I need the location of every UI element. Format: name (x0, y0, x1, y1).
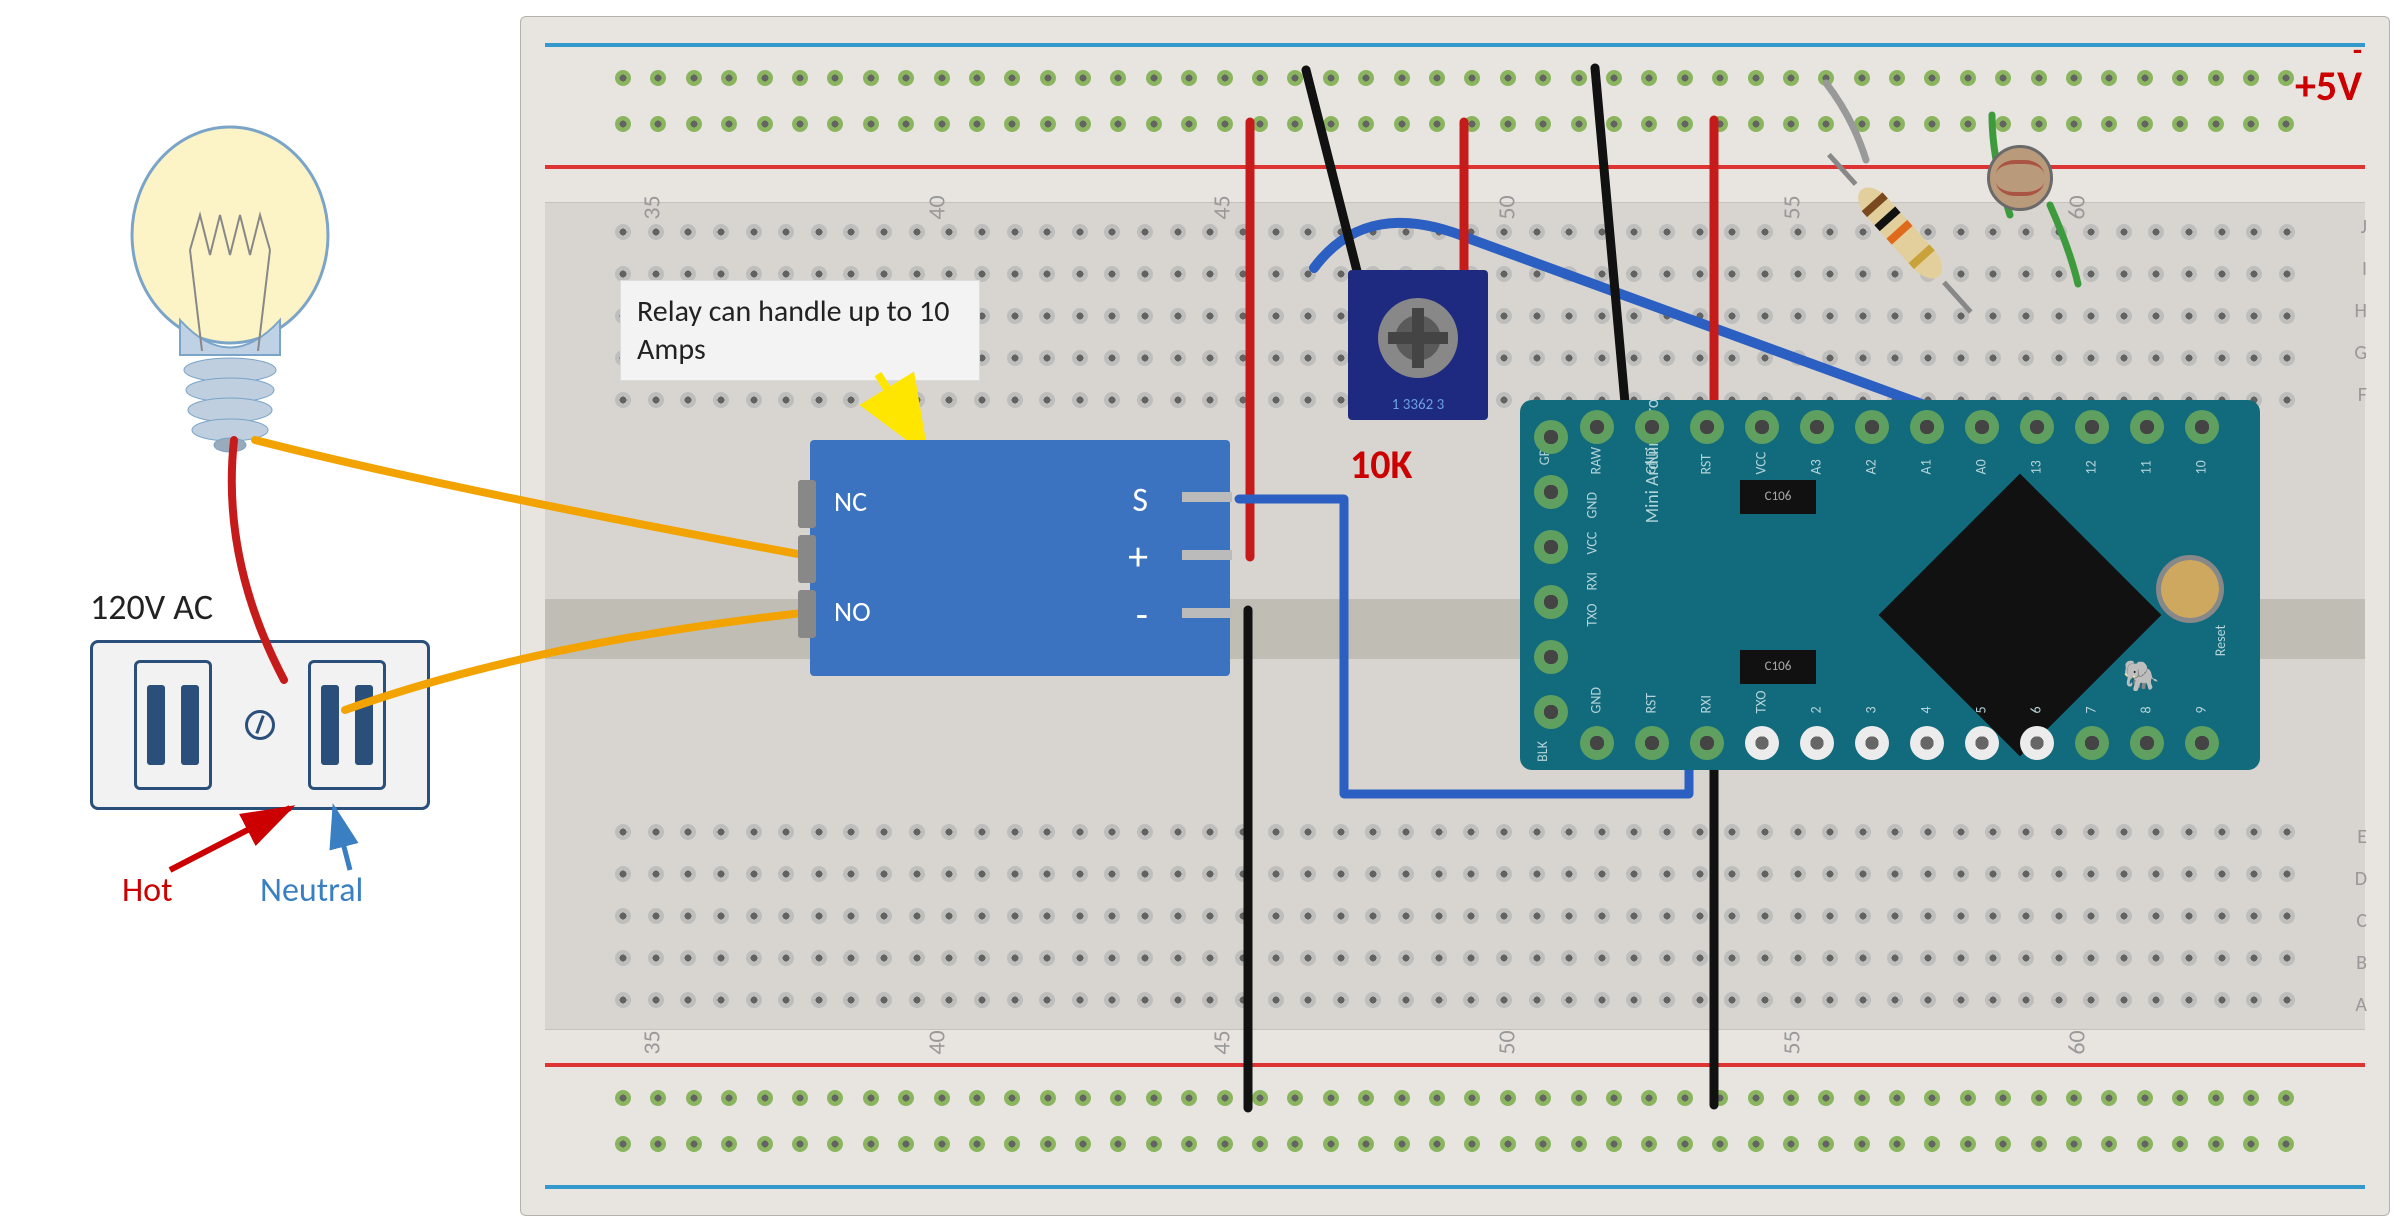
label-10k: 10K (1350, 440, 1412, 489)
relay-pin-s: S (1132, 480, 1148, 521)
wire-orange-outlet-to-relay-no (340, 600, 840, 735)
wire-black-arduino-gnd-top (1585, 68, 1645, 413)
trimpot-10k: 1 3362 3 (1348, 270, 1488, 420)
wire-red-arduino-vcc (1700, 120, 1740, 415)
row-letter: A (2355, 993, 2367, 1017)
row-letter: G (2354, 341, 2367, 365)
smd-chip: C106 (1740, 480, 1816, 514)
row-d (615, 863, 2295, 885)
row-letter: H (2355, 299, 2367, 323)
col-num: 40 (923, 195, 952, 219)
wire-green-ldr-lead-2 (2040, 200, 2100, 295)
pin-label: BLK (1534, 741, 1551, 762)
row-b (615, 947, 2295, 969)
reset-label: Reset (2212, 625, 2229, 656)
reset-button[interactable] (2156, 555, 2224, 623)
wire-black-pot-to-rail (1296, 70, 1376, 285)
row-letter: I (2362, 257, 2367, 281)
col-num: 55 (1778, 1030, 1807, 1054)
label-neutral: Neutral (260, 870, 363, 911)
row-a (615, 989, 2295, 1011)
row-letter: C (2356, 909, 2367, 933)
col-num: 35 (638, 195, 667, 219)
col-num: 50 (1493, 1030, 1522, 1054)
rail-row (615, 67, 2295, 89)
photoresistor-ldr (1987, 145, 2053, 211)
power-rail-bottom (545, 1061, 2365, 1191)
logo-icon: 🐘 (2123, 658, 2160, 695)
col-num: 35 (638, 1030, 667, 1054)
label-hot: Hot (122, 870, 173, 911)
light-bulb (120, 125, 340, 455)
wire-red-pot-to-rail (1450, 122, 1490, 287)
col-num: 60 (2063, 1030, 2092, 1054)
mcu-chip-icon (1879, 474, 2162, 757)
arduino-pro-mini: C106 C106 Reset Mini Arduino Pro 🐘 GRN B… (1520, 400, 2260, 770)
row-e (615, 821, 2295, 843)
row-letter: J (2361, 215, 2367, 239)
row-letter: F (2358, 383, 2367, 407)
row-letter: E (2357, 825, 2367, 849)
col-num: 40 (923, 1030, 952, 1054)
label-5v-supply: - +5V (2295, 36, 2362, 108)
relay-pin-minus: - (1136, 590, 1148, 639)
smd-chip: C106 (1740, 650, 1816, 684)
outlet-screw-icon (245, 710, 275, 740)
wire-orange-bulb-to-relay (250, 430, 840, 585)
label-ac-voltage: 120V AC (90, 585, 213, 629)
row-c (615, 905, 2295, 927)
relay-module: NC NO S + - (810, 440, 1230, 676)
relay-pin-plus: + (1128, 532, 1148, 581)
wire-black-arduino-gnd-bottom (1700, 770, 1740, 1115)
outlet-slot-left (134, 660, 212, 790)
relay-pin-no: NO (834, 594, 871, 629)
relay-pin-nc: NC (834, 484, 867, 519)
rail-row (615, 1087, 2295, 1109)
trimpot-marking: 1 3362 3 (1348, 396, 1488, 414)
wire-gray-resistor-lead (1818, 78, 1878, 173)
row-letter: D (2355, 867, 2367, 891)
rail-row (615, 1133, 2295, 1155)
row-letter: B (2356, 951, 2367, 975)
